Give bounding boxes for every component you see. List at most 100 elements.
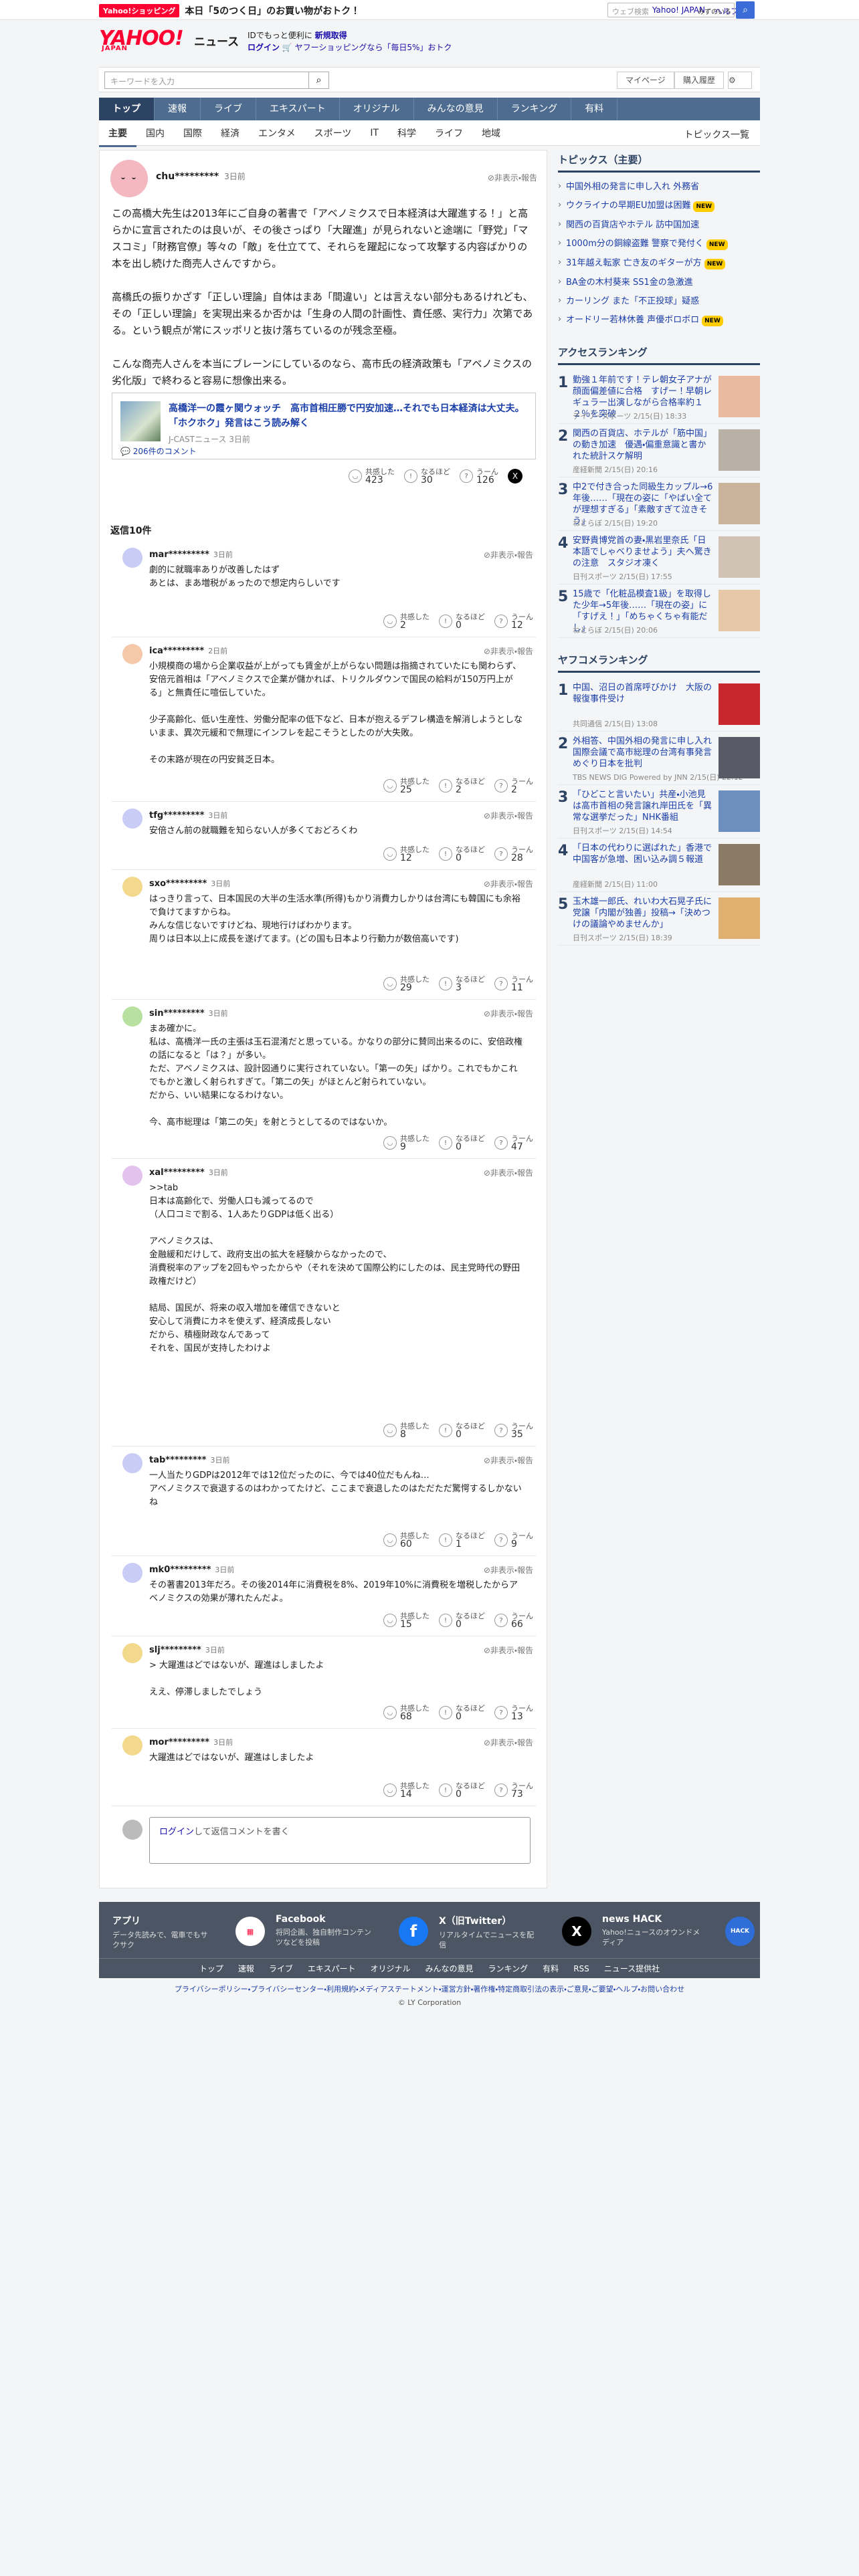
promo-banner[interactable]: Yahoo!ショッピング 本日「5のつく日」のお買い物がおトク！ <box>99 4 360 17</box>
cat-world[interactable]: 国際 <box>174 126 211 140</box>
report-link[interactable]: ⊘非表示・報告 <box>484 1737 533 1748</box>
nav-ranking[interactable]: ランキング <box>498 98 572 120</box>
rank-title[interactable]: 「ひどこと言いたい」共産・小池見は高市首相の発言譲れ岸田氏を「異常な選挙だった」… <box>573 789 713 823</box>
article-comments-link[interactable]: 💬 206件のコメント <box>120 445 197 457</box>
hmm-button[interactable]: ? うーん 73 <box>494 1782 533 1799</box>
legal-links[interactable]: プライバシーポリシー・プライバシーセンター・利用規約・メディアステートメント・運… <box>99 1983 760 1994</box>
footer-link[interactable]: ニュース提供社 <box>604 1963 660 1974</box>
rank-title[interactable]: 中国、沼日の首席呼びかけ 大阪の報復事件受け <box>573 682 713 705</box>
topic-item[interactable]: BA金の木村葵来 SS1金の急激進 <box>558 274 760 292</box>
ranking-item[interactable]: 1 中国、沼日の首席呼びかけ 大阪の報復事件受け 共同通信 2/15(日) 13… <box>558 678 760 732</box>
ranking-item[interactable]: 3 「ひどこと言いたい」共産・小池見は高市首相の発言譲れ岸田氏を「異常な選挙だっ… <box>558 785 760 839</box>
web-search-button[interactable]: ⌕ <box>736 1 755 19</box>
report-link[interactable]: ⊘非表示・報告 <box>488 172 537 183</box>
history-button[interactable]: 購入履歴 <box>674 72 725 89</box>
login-link[interactable]: ログイン <box>248 43 280 52</box>
promo-text[interactable]: 本日「5のつく日」のお買い物がおトク！ <box>185 4 360 17</box>
agree-button[interactable]: ! なるほど 0 <box>439 1134 485 1152</box>
mypage-button[interactable]: マイページ <box>617 72 674 89</box>
report-link[interactable]: ⊘非表示・報告 <box>484 878 533 889</box>
cat-science[interactable]: 科学 <box>388 126 425 140</box>
rank-title[interactable]: 関西の百貨店、ホテルが「筋中国」の動き加速 優遇・偏重意識と書かれた統計スケ解明 <box>573 428 713 462</box>
signup-link[interactable]: 新規取得 <box>315 31 347 40</box>
report-link[interactable]: ⊘非表示・報告 <box>484 810 533 821</box>
hmm-button[interactable]: ? うーん 9 <box>494 1531 533 1549</box>
web-search-input[interactable]: みずのいろ ウェブ検索 <box>607 3 735 17</box>
ranking-item[interactable]: 1 勤強１年前です！テレ朝女子アナが顔面偏差値に合格 すげー！早朝レギュラー出演… <box>558 370 760 424</box>
nav-top[interactable]: トップ <box>99 98 155 120</box>
report-link[interactable]: ⊘非表示・報告 <box>484 1167 533 1178</box>
report-link[interactable]: ⊘非表示・報告 <box>484 1644 533 1656</box>
footer-link[interactable]: RSS <box>573 1964 589 1973</box>
cat-local[interactable]: 地域 <box>472 126 510 140</box>
empathy-button[interactable]: ◡ 共感した 25 <box>383 777 430 794</box>
report-link[interactable]: ⊘非表示・報告 <box>484 645 533 657</box>
x-share-icon[interactable]: X <box>508 469 522 484</box>
agree-button[interactable]: ! なるほど 0 <box>439 1704 485 1721</box>
empathy-button[interactable]: ◡ 共感した 12 <box>383 845 430 863</box>
topic-item[interactable]: 1000m分の銅線盗難 警察で発付くNEW <box>558 235 760 254</box>
empathy-button[interactable]: ◡ 共感した 8 <box>383 1422 430 1439</box>
agree-button[interactable]: ! なるほど 0 <box>439 1612 485 1629</box>
hmm-button[interactable]: ? うーん 13 <box>494 1704 533 1721</box>
reply-input[interactable]: ログインして返信コメントを書く <box>149 1817 531 1864</box>
cat-entertainment[interactable]: エンタメ <box>249 126 305 140</box>
footer-link[interactable]: 速報 <box>238 1963 254 1974</box>
footer-link[interactable]: ランキング <box>488 1963 529 1974</box>
footer-link[interactable]: トップ <box>199 1963 223 1974</box>
nav-paid[interactable]: 有料 <box>571 98 618 120</box>
topic-item[interactable]: 中国外相の発言に申し入れ 外務省 <box>558 178 760 197</box>
article-title[interactable]: 高橋洋一の霞ヶ関ウォッチ 高市首相圧勝で円安加速…それでも日本経済は大丈夫。「ホ… <box>169 401 530 431</box>
agree-button[interactable]: ! なるほど 0 <box>439 1782 485 1799</box>
hmm-button[interactable]: ? うーん 47 <box>494 1134 533 1152</box>
topics-all-link[interactable]: トピックス一覧 <box>684 128 749 141</box>
report-link[interactable]: ⊘非表示・報告 <box>484 1455 533 1466</box>
ranking-item[interactable]: 2 外相答、中国外相の発言に申し入れ 国際会議で高市総理の台湾有事発言めぐり日本… <box>558 732 760 785</box>
empathy-button[interactable]: ◡ 共感した 14 <box>383 1782 430 1799</box>
hmm-button[interactable]: ? うーん 126 <box>460 467 498 485</box>
agree-button[interactable]: ! なるほど 0 <box>439 613 485 630</box>
ranking-item[interactable]: 4 安野貴博党首の妻・黒岩里奈氏「日本語でしゃべりませよう」夫へ驚きの注意 スタ… <box>558 531 760 584</box>
hmm-button[interactable]: ? うーん 11 <box>494 975 533 992</box>
hmm-button[interactable]: ? うーん 2 <box>494 777 533 794</box>
agree-button[interactable]: ! なるほど 2 <box>439 777 485 794</box>
report-link[interactable]: ⊘非表示・報告 <box>484 1008 533 1019</box>
agree-button[interactable]: ! なるほど 1 <box>439 1531 485 1549</box>
shopping-link[interactable]: ヤフーショッピングなら「毎日5%」おトク <box>295 43 452 52</box>
empathy-button[interactable]: ◡ 共感した 15 <box>383 1612 430 1629</box>
topic-item[interactable]: ウクライナの早期EU加盟は困難NEW <box>558 197 760 216</box>
nav-expert[interactable]: エキスパート <box>256 98 340 120</box>
nav-opinion[interactable]: みんなの意見 <box>414 98 498 120</box>
hmm-button[interactable]: ? うーん 28 <box>494 845 533 863</box>
rank-title[interactable]: 安野貴博党首の妻・黒岩里奈氏「日本語でしゃべりませよう」夫へ驚きの注意 スタジオ… <box>573 535 713 569</box>
footer-link[interactable]: オリジナル <box>371 1963 411 1974</box>
empathy-button[interactable]: ◡ 共感した 29 <box>383 975 430 992</box>
article-card[interactable]: 高橋洋一の霞ヶ関ウォッチ 高市首相圧勝で円安加速…それでも日本経済は大丈夫。「ホ… <box>112 393 536 459</box>
ranking-item[interactable]: 3 中2で付き合った同級生カップル→6年後……「現在の姿に「やばい全てが理想すぎ… <box>558 477 760 531</box>
report-link[interactable]: ⊘非表示・報告 <box>484 1564 533 1576</box>
ranking-item[interactable]: 5 玉木雄一郎氏、れいわ大石晃子氏に党譲「内閣が独善」投稿→「決めつけの議論やめ… <box>558 892 760 946</box>
ranking-item[interactable]: 5 15歳で「化粧品模査1級」を取得した少年→5年後……「現在の姿」に「すげえ！… <box>558 584 760 638</box>
rank-title[interactable]: 「日本の代わりに選ばれた」香港で中国客が急増、困い込み調５報道 <box>573 843 713 865</box>
empathy-button[interactable]: ◡ 共感した 68 <box>383 1704 430 1721</box>
footer-link[interactable]: ライブ <box>269 1963 293 1974</box>
cat-main[interactable]: 主要 <box>99 126 136 147</box>
footer-facebook[interactable]: Facebook 将同企画、独自制作コンテンツなどを投稿 f <box>276 1914 431 1954</box>
footer-app[interactable]: アプリ データ先読みで、電車でもサクサク ▦ <box>112 1914 268 1954</box>
hmm-button[interactable]: ? うーん 66 <box>494 1612 533 1629</box>
rank-title[interactable]: 外相答、中国外相の発言に申し入れ 国際会議で高市総理の台湾有事発言めぐり日本を批… <box>573 736 721 770</box>
cat-life[interactable]: ライフ <box>425 126 472 140</box>
cat-it[interactable]: IT <box>361 128 388 138</box>
empathy-button[interactable]: ◡ 共感した 423 <box>349 467 395 485</box>
topic-item[interactable]: 31年越え転家 亡き友のギターが方NEW <box>558 254 760 274</box>
footer-link[interactable]: みんなの意見 <box>425 1963 474 1974</box>
ranking-item[interactable]: 4 「日本の代わりに選ばれた」香港で中国客が急増、困い込み調５報道 産経新聞 2… <box>558 839 760 892</box>
agree-button[interactable]: ! なるほど 3 <box>439 975 485 992</box>
rank-title[interactable]: 玉木雄一郎氏、れいわ大石晃子氏に党譲「内閣が独善」投稿→「決めつけの議論やめませ… <box>573 896 713 930</box>
news-search-input[interactable]: キーワードを入力 <box>104 72 309 89</box>
news-search-button[interactable]: ⌕ <box>309 72 329 89</box>
nav-original[interactable]: オリジナル <box>340 98 414 120</box>
agree-button[interactable]: ! なるほど 0 <box>439 1422 485 1439</box>
hmm-button[interactable]: ? うーん 35 <box>494 1422 533 1439</box>
report-link[interactable]: ⊘非表示・報告 <box>484 549 533 560</box>
